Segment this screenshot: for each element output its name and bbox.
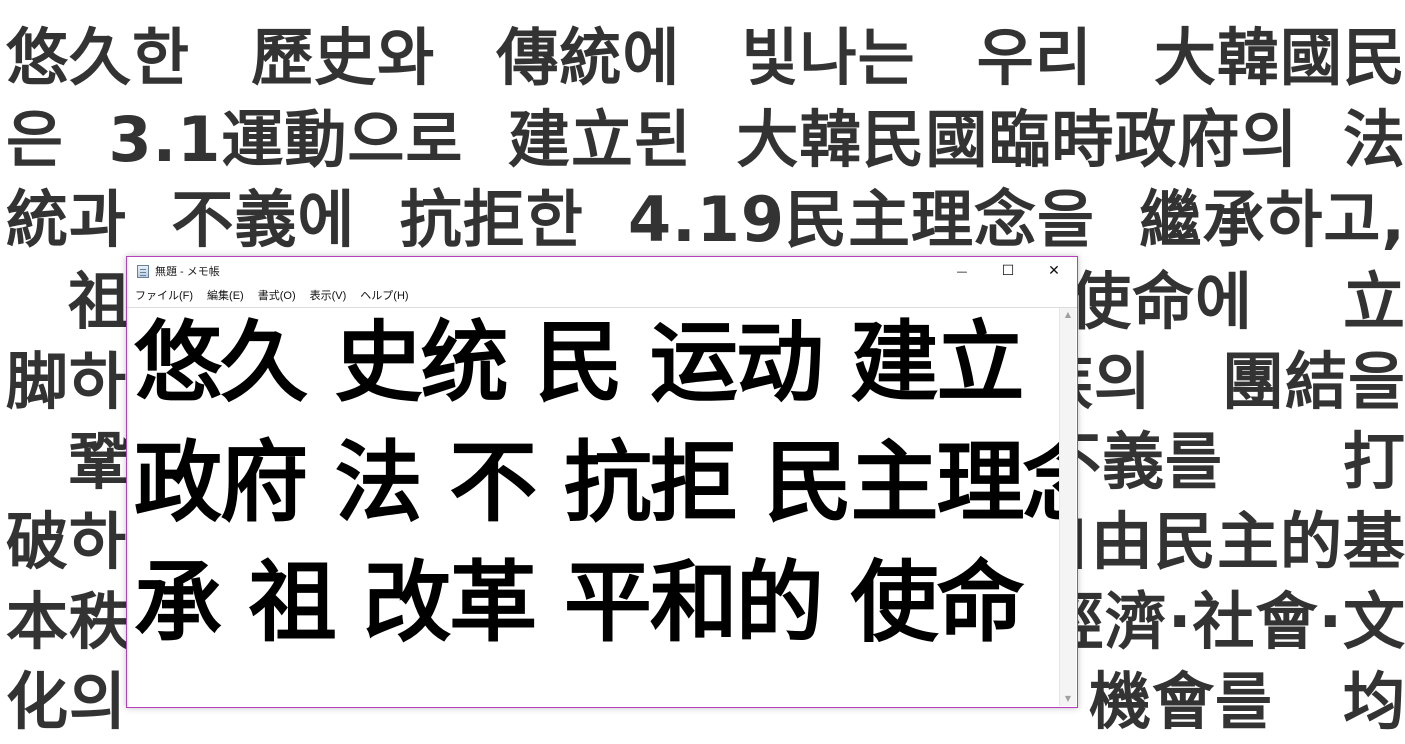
bg-word: 不義에 [171, 183, 356, 256]
window-controls: — ☐ ✕ [939, 257, 1077, 285]
bg-word: 悠久한 [6, 21, 191, 94]
bg-word: 打 [1342, 425, 1405, 498]
bg-word: 大韓國民 [1153, 21, 1405, 94]
bg-word: 均 [1342, 665, 1405, 738]
editor-line-1: 悠久 史统 民 运动 建立 [134, 311, 1025, 414]
bg-line-1: 悠久한 歷史와 傳統에 빛나는 우리 大韓國民 [6, 18, 1405, 98]
bg-word: 3.1運動으로 [108, 103, 464, 176]
bg-word: 우리 [976, 21, 1093, 94]
menu-edit[interactable]: 編集(E) [200, 285, 251, 307]
bg-word: 4.19民主理念을 [628, 183, 1096, 256]
minimize-icon: — [956, 264, 968, 278]
maximize-button[interactable]: ☐ [985, 257, 1031, 285]
menu-bar: ファイル(F) 編集(E) 書式(O) 表示(V) ヘルプ(H) [127, 285, 1077, 308]
bg-word: 傳統에 [496, 21, 681, 94]
minimize-button[interactable]: — [939, 257, 985, 285]
title-bar[interactable]: 無題 - メモ帳 — ☐ ✕ [127, 257, 1077, 285]
bg-word: 經濟·社會·文 [1041, 585, 1405, 658]
bg-line-3: 統과 不義에 抗拒한 4.19民主理念을 繼承하고, [6, 180, 1405, 260]
menu-format[interactable]: 書式(O) [251, 285, 303, 307]
bg-word: 化의 [6, 665, 128, 738]
bg-line-2: 은 3.1運動으로 建立된 大韓民國臨時政府의 法 [6, 100, 1405, 180]
bg-word: 歷史와 [251, 21, 436, 94]
vertical-scrollbar[interactable]: ▲ ▼ [1059, 308, 1076, 706]
bg-word: 自由民主的基 [1027, 505, 1405, 578]
bg-word: 繼承하고, [1139, 183, 1405, 256]
bg-word: 은 [6, 103, 65, 176]
bg-word: 祖 [68, 265, 132, 338]
close-button[interactable]: ✕ [1031, 257, 1077, 285]
close-icon: ✕ [1048, 263, 1060, 279]
notepad-window[interactable]: 無題 - メモ帳 — ☐ ✕ ファイル(F) 編集(E) 書式(O) 表示(V)… [126, 256, 1078, 708]
bg-word: 抗拒한 [399, 183, 584, 256]
editor-line-3: 承 祖 改革 平和的 使命 [134, 551, 1025, 654]
maximize-icon: ☐ [1001, 263, 1015, 279]
bg-word: 法 [1342, 103, 1405, 176]
bg-word: 統과 [6, 183, 128, 256]
menu-file[interactable]: ファイル(F) [128, 285, 200, 307]
bg-word: 脚하 [6, 345, 128, 418]
bg-word: 빛나는 [741, 21, 916, 94]
bg-word: 使命에 [1068, 265, 1253, 338]
scroll-down-arrow-icon[interactable]: ▼ [1060, 692, 1076, 706]
text-editor[interactable]: 悠久 史统 民 运动 建立 政府 法 不 抗拒 民主理念 承 祖 改革 平和的 … [128, 308, 1059, 706]
scroll-up-arrow-icon[interactable]: ▲ [1060, 308, 1076, 322]
menu-help[interactable]: ヘルプ(H) [353, 285, 415, 307]
editor-line-2: 政府 法 不 抗拒 民主理念 [134, 431, 1059, 534]
bg-word: 團結을 [1221, 345, 1405, 418]
bg-word: 大韓民國臨時政府의 [736, 103, 1299, 176]
bg-word: 鞏 [68, 425, 132, 498]
window-title: 無題 - メモ帳 [155, 266, 220, 278]
notepad-icon [137, 264, 149, 278]
menu-view[interactable]: 表示(V) [303, 285, 354, 307]
bg-word: 本秩 [6, 585, 133, 658]
bg-word: 破하 [6, 505, 128, 578]
bg-word: 立 [1342, 265, 1405, 338]
bg-word: 建立된 [507, 103, 692, 176]
bg-word: 機會를 [1088, 665, 1273, 738]
